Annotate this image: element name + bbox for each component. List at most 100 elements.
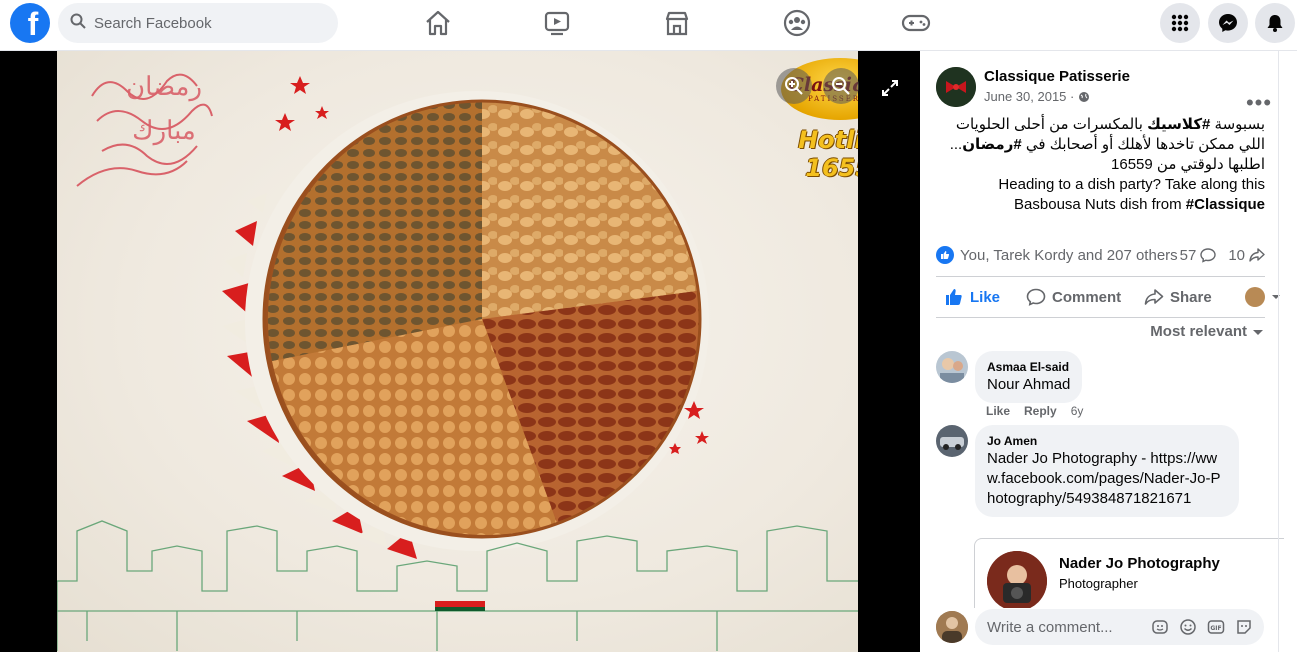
expand-icon	[882, 80, 898, 96]
notifications-button[interactable]	[1255, 3, 1295, 43]
engagement-counts: 57 10	[1180, 247, 1265, 264]
bell-icon	[1267, 15, 1283, 32]
page-name[interactable]: Classique Patisserie	[984, 68, 1130, 85]
svg-text:GIF: GIF	[1210, 625, 1221, 632]
link-preview-image	[987, 551, 1047, 608]
commenter-avatar[interactable]	[936, 425, 968, 457]
post-text-english: Heading to a dish party? Take along this…	[936, 175, 1265, 215]
facebook-logo[interactable]: f	[10, 3, 50, 43]
sort-label: Most relevant	[1150, 323, 1247, 340]
post-date: June 30, 2015 ·	[984, 89, 1090, 104]
link-preview-card[interactable]: Nader Jo Photography Photographer	[974, 538, 1284, 608]
sticker-icon[interactable]	[1234, 617, 1254, 637]
avatar-sticker-icon[interactable]	[1150, 617, 1170, 637]
hashtag-classique[interactable]: #Classique	[1186, 196, 1265, 213]
comment-label: Comment	[1052, 288, 1122, 306]
comments-count[interactable]: 57	[1180, 247, 1197, 264]
hashtag-classic-arabic[interactable]: #كلاسيك	[1147, 116, 1210, 133]
hotline-label: Hotline	[798, 126, 858, 154]
like-label: Like	[970, 288, 1001, 306]
ramadan-greeting: رمضان مبارك	[109, 65, 219, 153]
comment-text[interactable]: Nour Ahmad	[987, 375, 1070, 395]
comment-like-link[interactable]: Like	[986, 404, 1010, 418]
current-user-avatar[interactable]	[936, 611, 968, 643]
search-icon	[70, 13, 86, 34]
shares-count[interactable]: 10	[1228, 247, 1245, 264]
panel-scrollbar[interactable]	[1278, 51, 1279, 652]
post-photo: Classique PATISSERIE Hotline 16559 رمضان…	[57, 51, 858, 652]
comment-time[interactable]: 6y	[1071, 404, 1084, 418]
like-reaction-icon	[936, 246, 954, 264]
caret-down-icon	[1272, 295, 1280, 299]
comment-meta: Like Reply 6y	[986, 404, 1083, 418]
comment-item: Asmaa El-said Nour Ahmad Like Reply 6y	[936, 351, 1281, 421]
comment-button[interactable]: Comment	[1018, 280, 1136, 314]
thumbs-up-icon	[946, 289, 962, 305]
photo-viewer: Classique PATISSERIE Hotline 16559 رمضان…	[0, 51, 920, 652]
zoom-in-icon	[785, 77, 803, 95]
share-label: Share	[1170, 288, 1212, 306]
comment-icon	[1026, 288, 1046, 306]
divider	[936, 276, 1265, 277]
caret-down-icon	[1253, 329, 1263, 335]
greeting-line-2: مبارك	[132, 116, 196, 146]
comment-tools: GIF	[1150, 617, 1264, 637]
search-input[interactable]	[94, 14, 314, 32]
comment-reply-link[interactable]: Reply	[1024, 404, 1057, 418]
post-header: Classique Patisserie June 30, 2015 · •••	[936, 67, 1281, 115]
hotline-number: 16559	[805, 154, 858, 182]
link-card-title[interactable]: Nader Jo Photography	[1059, 555, 1220, 572]
groups-icon[interactable]	[779, 8, 815, 38]
comment-text[interactable]: Nader Jo Photography - https://www.faceb…	[987, 449, 1227, 509]
hashtag-ramadan[interactable]: #رمضان	[962, 136, 1021, 153]
comment-author[interactable]: Asmaa El-said	[987, 359, 1070, 375]
reaction-audience-button[interactable]	[1237, 280, 1281, 314]
like-button[interactable]: Like	[936, 280, 1018, 314]
share-icon	[1144, 289, 1164, 305]
watch-icon[interactable]	[539, 8, 575, 38]
greeting-line-1: رمضان	[125, 72, 203, 102]
comment-input-box[interactable]: GIF	[975, 609, 1264, 645]
zoom-in-button[interactable]	[776, 68, 812, 104]
share-count-icon	[1249, 248, 1265, 262]
reactions-text[interactable]: You, Tarek Kordy and 207 others	[960, 247, 1178, 264]
commenter-avatar[interactable]	[936, 351, 968, 383]
post-text-arabic: بسبوسة #كلاسيك بالمكسرات من أحلى الحلويا…	[936, 115, 1265, 175]
bow-icon	[936, 67, 976, 107]
comment-bubble: Jo Amen Nader Jo Photography - https://w…	[975, 425, 1239, 517]
comment-input[interactable]	[987, 618, 1137, 636]
comment-author[interactable]: Jo Amen	[987, 433, 1227, 449]
share-button[interactable]: Share	[1136, 280, 1226, 314]
menu-grid-button[interactable]	[1160, 3, 1200, 43]
reactions-summary: You, Tarek Kordy and 207 others 57 10	[936, 244, 1265, 266]
comment-item: Jo Amen Nader Jo Photography - https://w…	[936, 425, 1281, 535]
arabic-text-start: بسبوسة	[1210, 116, 1265, 133]
comment-sort-dropdown[interactable]: Most relevant	[1150, 323, 1263, 340]
globe-icon	[1079, 91, 1090, 102]
messenger-icon	[1219, 14, 1237, 32]
post-side-panel: Classique Patisserie June 30, 2015 · •••…	[920, 51, 1297, 652]
search-box[interactable]	[58, 3, 338, 43]
ellipsis-icon: •••	[1245, 90, 1273, 115]
messenger-button[interactable]	[1208, 3, 1248, 43]
page-avatar[interactable]	[936, 67, 976, 107]
grid-icon	[1171, 14, 1189, 32]
gaming-icon[interactable]	[898, 8, 934, 38]
post-text: بسبوسة #كلاسيك بالمكسرات من أحلى الحلويا…	[936, 115, 1265, 215]
zoom-out-button[interactable]	[823, 68, 859, 104]
post-actions: Like Comment Share	[936, 280, 1281, 314]
emoji-icon[interactable]	[1178, 617, 1198, 637]
home-icon[interactable]	[420, 8, 456, 38]
post-date-text[interactable]: June 30, 2015 ·	[984, 89, 1074, 104]
gif-icon[interactable]: GIF	[1206, 617, 1226, 637]
comment-bubble: Asmaa El-said Nour Ahmad	[975, 351, 1083, 403]
write-comment-row: GIF	[936, 609, 1281, 649]
comment-count-icon	[1200, 248, 1217, 263]
link-card-subtitle: Photographer	[1059, 576, 1138, 591]
top-navigation-bar: f	[0, 0, 1297, 51]
marketplace-icon[interactable]	[659, 8, 695, 38]
zoom-out-icon	[832, 77, 850, 95]
fullscreen-button[interactable]	[878, 76, 902, 100]
hotline-text: Hotline 16559	[792, 126, 858, 182]
divider	[936, 317, 1265, 318]
